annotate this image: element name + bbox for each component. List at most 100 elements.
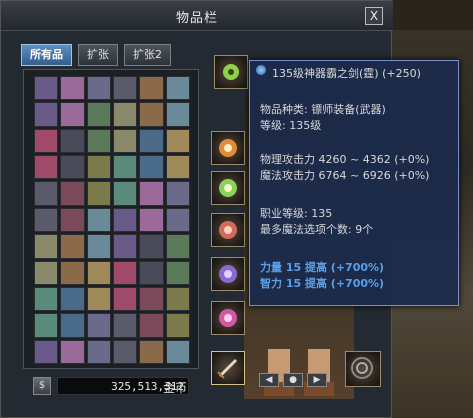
item-category: 物品种类: 镖师装备(武器)	[260, 103, 386, 116]
inventory-cell[interactable]	[139, 181, 164, 206]
inventory-cell[interactable]	[86, 234, 111, 259]
hud-top-buttons	[380, 0, 473, 30]
character-rotate-controls: ◀ ● ▶	[259, 373, 329, 387]
equip-slot-2[interactable]	[211, 131, 245, 165]
inventory-cell[interactable]	[139, 234, 164, 259]
inventory-cell[interactable]	[165, 102, 190, 127]
sun-flower-icon	[219, 179, 237, 197]
inventory-cell[interactable]	[113, 286, 138, 312]
inventory-cell[interactable]	[139, 339, 164, 364]
inventory-cell[interactable]	[60, 181, 85, 206]
inventory-cell[interactable]	[86, 207, 111, 233]
weapon-slot[interactable]	[211, 351, 245, 385]
inventory-cell[interactable]	[34, 102, 59, 127]
inventory-cell[interactable]	[86, 102, 111, 127]
inventory-cell[interactable]	[86, 181, 111, 206]
inventory-cell[interactable]	[113, 234, 138, 259]
inventory-cell[interactable]	[60, 128, 85, 154]
inventory-cell[interactable]	[165, 234, 190, 259]
inventory-cell[interactable]	[34, 234, 59, 259]
inventory-cell[interactable]	[34, 207, 59, 233]
inventory-cell[interactable]	[165, 207, 190, 233]
inventory-cell[interactable]	[113, 76, 138, 101]
inventory-cell[interactable]	[165, 313, 190, 338]
inventory-cell[interactable]	[113, 128, 138, 154]
inventory-cell[interactable]	[165, 260, 190, 285]
swirl-icon	[351, 357, 373, 379]
window-titlebar: 物品栏 X	[1, 1, 393, 31]
inventory-cell[interactable]	[34, 339, 59, 364]
inventory-cell[interactable]	[60, 207, 85, 233]
inventory-cell[interactable]	[139, 313, 164, 338]
arrow-left-icon[interactable]: ◀	[259, 373, 279, 387]
inventory-cell[interactable]	[34, 181, 59, 206]
inventory-cell[interactable]	[165, 128, 190, 154]
inventory-cell[interactable]	[34, 286, 59, 312]
item-bonus-str: 力量 15 提高 (+700%)	[260, 261, 385, 274]
equip-slot-corner[interactable]	[345, 351, 381, 387]
inventory-cell[interactable]	[60, 76, 85, 101]
inventory-cell[interactable]	[60, 339, 85, 364]
inventory-cell[interactable]	[86, 286, 111, 312]
inventory-cell[interactable]	[113, 181, 138, 206]
inventory-cell[interactable]	[165, 339, 190, 364]
inventory-cell[interactable]	[139, 286, 164, 312]
sun-flower-icon	[219, 139, 237, 157]
inventory-cell[interactable]	[86, 260, 111, 285]
equip-slot-5[interactable]	[211, 257, 245, 291]
inventory-cell[interactable]	[113, 260, 138, 285]
item-job-level: 职业等级: 135	[260, 207, 333, 220]
inventory-cell[interactable]	[86, 128, 111, 154]
item-magic-attack: 魔法攻击力 6764 ~ 6926 (+0%)	[260, 169, 430, 182]
inventory-cell[interactable]	[34, 128, 59, 154]
sun-flower-icon	[219, 265, 237, 283]
sun-flower-icon	[219, 221, 237, 239]
inventory-cell[interactable]	[34, 76, 59, 101]
sword-icon	[217, 358, 238, 379]
inventory-cell[interactable]	[113, 313, 138, 338]
item-magic-options: 最多魔法选项个数: 9个	[260, 223, 374, 236]
equip-slot-3[interactable]	[211, 171, 245, 205]
inventory-cell[interactable]	[139, 102, 164, 127]
inventory-cell[interactable]	[34, 155, 59, 180]
inventory-cell[interactable]	[86, 155, 111, 180]
inventory-cell[interactable]	[60, 313, 85, 338]
equip-slot-6[interactable]	[211, 301, 245, 335]
close-button[interactable]: X	[365, 7, 383, 25]
inventory-cell[interactable]	[86, 339, 111, 364]
inventory-cell[interactable]	[86, 313, 111, 338]
arrow-right-icon[interactable]: ▶	[307, 373, 327, 387]
inventory-cell[interactable]	[139, 155, 164, 180]
gold-label: 金币	[163, 381, 188, 395]
tab-all-items[interactable]: 所有品	[21, 44, 72, 66]
tab-expand-1[interactable]: 扩张	[78, 44, 118, 66]
inventory-cell[interactable]	[139, 128, 164, 154]
inventory-cell[interactable]	[139, 76, 164, 101]
inventory-cell[interactable]	[113, 102, 138, 127]
inventory-cell[interactable]	[60, 260, 85, 285]
inventory-cell[interactable]	[139, 260, 164, 285]
inventory-cell[interactable]	[60, 234, 85, 259]
inventory-cell[interactable]	[60, 102, 85, 127]
reset-view-icon[interactable]: ●	[283, 373, 303, 387]
item-grid	[34, 76, 190, 364]
inventory-cell[interactable]	[113, 155, 138, 180]
inventory-cell[interactable]	[165, 286, 190, 312]
inventory-cell[interactable]	[34, 260, 59, 285]
equip-slot-4[interactable]	[211, 213, 245, 247]
item-tooltip: 135级神器霸之剑(霆) (+250) 物品种类: 镖师装备(武器) 等级: 1…	[249, 60, 459, 306]
tab-expand-2[interactable]: 扩张2	[124, 44, 171, 66]
item-title: 135级神器霸之剑(霆) (+250)	[272, 67, 421, 80]
inventory-cell[interactable]	[113, 339, 138, 364]
inventory-cell[interactable]	[165, 181, 190, 206]
inventory-cell[interactable]	[139, 207, 164, 233]
equip-slot-top[interactable]	[214, 55, 248, 89]
inventory-cell[interactable]	[60, 155, 85, 180]
inventory-cell[interactable]	[165, 155, 190, 180]
inventory-cell[interactable]	[86, 76, 111, 101]
gold-coin-icon[interactable]: $	[33, 377, 51, 395]
inventory-cell[interactable]	[165, 76, 190, 101]
inventory-cell[interactable]	[34, 313, 59, 338]
inventory-cell[interactable]	[60, 286, 85, 312]
inventory-cell[interactable]	[113, 207, 138, 233]
